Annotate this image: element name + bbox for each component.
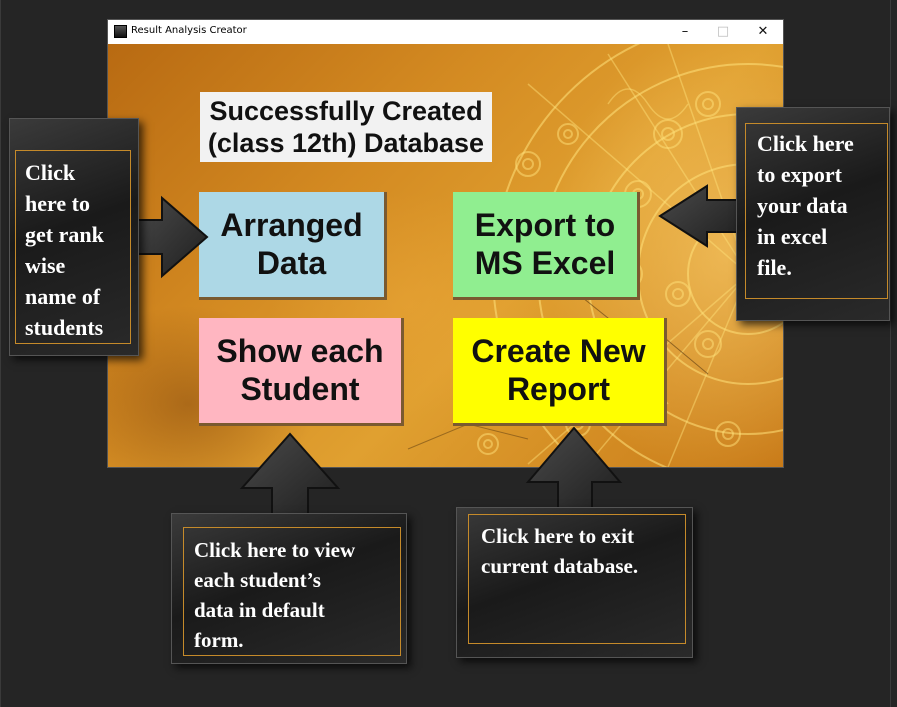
- export-excel-label-line1: Export to: [474, 207, 616, 243]
- arranged-data-label-line1: Arranged: [220, 207, 363, 243]
- export-excel-label-line2: MS Excel: [474, 245, 616, 281]
- callout-line: current database.: [481, 554, 639, 578]
- callout-line: form.: [194, 628, 244, 652]
- callout-create-report: Click here to exit current database.: [456, 507, 693, 658]
- create-new-report-button[interactable]: Create New Report: [453, 318, 667, 426]
- arranged-data-button[interactable]: Arranged Data: [199, 192, 387, 300]
- window-title: Result Analysis Creator: [131, 25, 247, 36]
- callout-line: data in default: [194, 598, 325, 622]
- create-report-label-line1: Create New: [471, 333, 646, 369]
- main-panel: Successfully Created (class 12th) Databa…: [108, 44, 783, 467]
- callout-export-excel: Click here to export your data in excel …: [736, 107, 890, 321]
- minimize-button[interactable]: –: [666, 20, 704, 44]
- callout-line: wise: [25, 253, 66, 278]
- show-student-label-line2: Student: [240, 371, 360, 407]
- callout-show-student: Click here to view each student’s data i…: [171, 513, 407, 664]
- create-report-label-line2: Report: [506, 371, 611, 407]
- callout-export-text: Click here to export your data in excel …: [745, 123, 888, 299]
- callout-line: each student’s: [194, 568, 321, 592]
- callout-line: Click here to exit: [481, 524, 634, 548]
- title-bar[interactable]: Result Analysis Creator – □ ✕: [108, 20, 783, 44]
- arranged-data-label-line2: Data: [256, 245, 327, 281]
- show-student-label-line1: Show each: [216, 333, 384, 369]
- show-each-student-button[interactable]: Show each Student: [199, 318, 404, 426]
- callout-create-text: Click here to exit current database.: [468, 514, 686, 644]
- callout-line: file.: [757, 255, 792, 280]
- callout-show-text: Click here to view each student’s data i…: [183, 527, 401, 656]
- callout-arranged-data: Click here to get rank wise name of stud…: [9, 118, 139, 356]
- callout-line: Click here: [757, 131, 854, 156]
- heading-line1: Successfully Created: [209, 96, 483, 126]
- close-button[interactable]: ✕: [744, 20, 782, 44]
- app-window: Result Analysis Creator – □ ✕ Successful…: [108, 20, 783, 467]
- callout-arranged-text: Click here to get rank wise name of stud…: [15, 150, 131, 344]
- callout-line: students: [25, 315, 104, 340]
- callout-line: your data: [757, 193, 848, 218]
- callout-line: here to: [25, 191, 90, 216]
- callout-line: Click here to view: [194, 538, 356, 562]
- heading-line2: (class 12th) Database: [207, 128, 485, 158]
- callout-line: Click: [25, 160, 76, 185]
- maximize-button[interactable]: □: [704, 20, 742, 44]
- callout-line: in excel: [757, 224, 828, 249]
- status-heading: Successfully Created (class 12th) Databa…: [200, 92, 492, 162]
- callout-line: name of: [25, 284, 101, 309]
- callout-line: get rank: [25, 222, 104, 247]
- callout-line: to export: [757, 162, 842, 187]
- export-excel-button[interactable]: Export to MS Excel: [453, 192, 640, 300]
- app-icon: [114, 25, 127, 38]
